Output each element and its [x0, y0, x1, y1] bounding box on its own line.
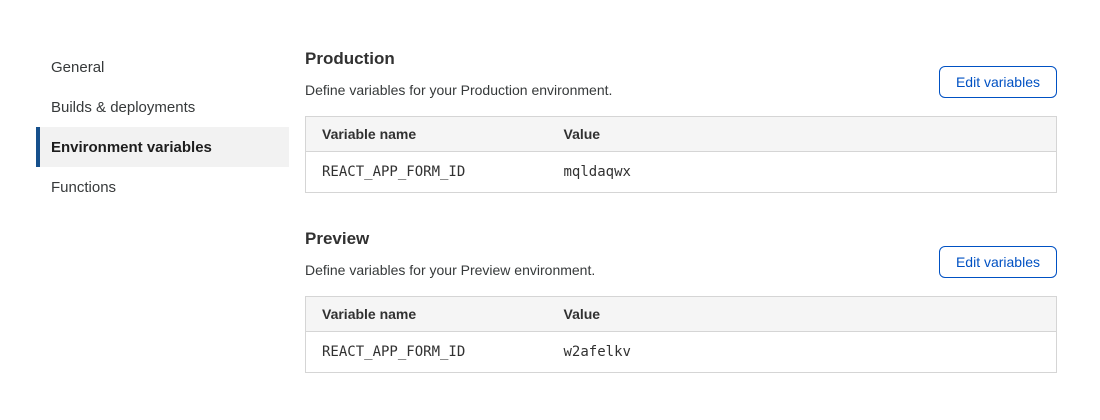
production-section-description: Define variables for your Production env… — [305, 82, 612, 98]
preview-section-description: Define variables for your Preview enviro… — [305, 262, 595, 278]
settings-sidebar: General Builds & deployments Environment… — [36, 47, 289, 373]
column-header-value: Value — [548, 297, 1057, 332]
settings-page: General Builds & deployments Environment… — [0, 0, 1100, 373]
sidebar-item-builds-deployments[interactable]: Builds & deployments — [36, 87, 289, 127]
variable-name-cell: REACT_APP_FORM_ID — [306, 332, 548, 373]
environment-variables-panel: Production Define variables for your Pro… — [305, 47, 1057, 373]
column-header-value: Value — [548, 117, 1057, 152]
column-header-variable-name: Variable name — [306, 117, 548, 152]
production-section: Production Define variables for your Pro… — [305, 49, 1057, 193]
preview-edit-variables-button[interactable]: Edit variables — [939, 246, 1057, 278]
table-row: REACT_APP_FORM_ID mqldaqwx — [306, 152, 1057, 193]
table-header-row: Variable name Value — [306, 117, 1057, 152]
production-variables-table: Variable name Value REACT_APP_FORM_ID mq… — [305, 116, 1057, 193]
table-row: REACT_APP_FORM_ID w2afelkv — [306, 332, 1057, 373]
preview-section-header: Preview Define variables for your Previe… — [305, 229, 1057, 278]
variable-name-cell: REACT_APP_FORM_ID — [306, 152, 548, 193]
sidebar-item-general[interactable]: General — [36, 47, 289, 87]
production-edit-variables-button[interactable]: Edit variables — [939, 66, 1057, 98]
table-header-row: Variable name Value — [306, 297, 1057, 332]
preview-section: Preview Define variables for your Previe… — [305, 229, 1057, 373]
preview-section-text: Preview Define variables for your Previe… — [305, 229, 595, 278]
variable-value-cell: mqldaqwx — [548, 152, 1057, 193]
preview-section-title: Preview — [305, 229, 595, 249]
production-section-header: Production Define variables for your Pro… — [305, 49, 1057, 98]
variable-value-cell: w2afelkv — [548, 332, 1057, 373]
production-section-text: Production Define variables for your Pro… — [305, 49, 612, 98]
column-header-variable-name: Variable name — [306, 297, 548, 332]
production-section-title: Production — [305, 49, 612, 69]
sidebar-item-environment-variables[interactable]: Environment variables — [36, 127, 289, 167]
sidebar-item-functions[interactable]: Functions — [36, 167, 289, 207]
preview-variables-table: Variable name Value REACT_APP_FORM_ID w2… — [305, 296, 1057, 373]
